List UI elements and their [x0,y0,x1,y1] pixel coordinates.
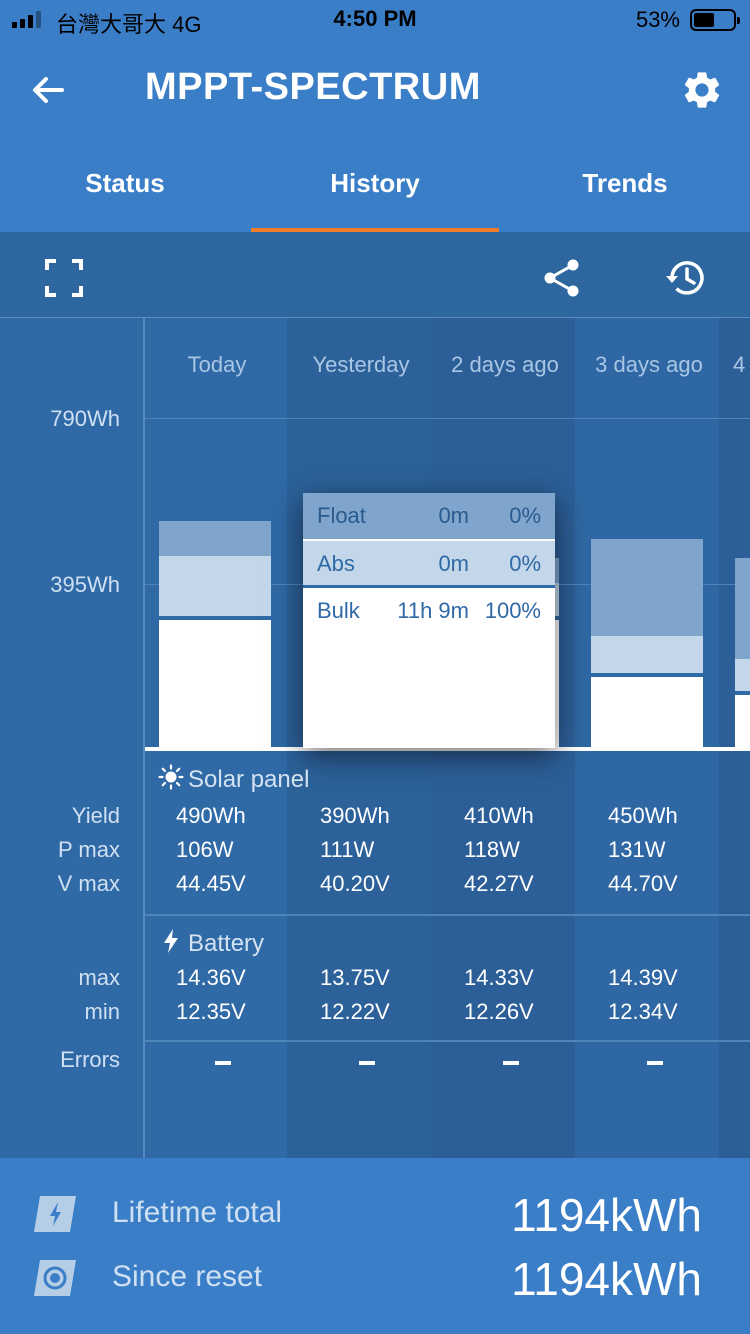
sun-icon [158,764,184,790]
stage-percent: 0% [509,503,541,528]
tab-history[interactable]: History [250,150,500,232]
vmax-value: 40.20V [320,871,390,896]
bar-segment-float [159,520,271,556]
battery-heading: Battery [158,928,264,958]
stage-duration: 0m [438,503,469,528]
totals-footer: Lifetime total 1194kWh Since reset 1194k… [0,1158,750,1334]
error-value [215,1061,231,1065]
battery-percent: 53% [635,7,680,32]
vmax-value: 42.27V [464,871,534,896]
bar-segment-abs [591,636,703,676]
since-reset-label: Since reset [112,1260,263,1293]
error-value [647,1061,663,1065]
battery-icon [690,9,740,31]
battery-min-label: min [84,999,120,1024]
tab-status[interactable]: Status [0,150,250,232]
bar-segment-bulk [591,675,703,747]
day-label: 2 days ago [451,352,559,377]
stage-duration: 0m [438,551,469,576]
history-panel[interactable]: 790Wh 395Wh Today Yesterday 2 days ago 3… [0,318,750,1158]
stage-name: Abs [317,551,355,576]
restore-history-icon[interactable] [664,256,708,300]
bar-segment-float [591,539,703,637]
stage-duration: 11h 9m [397,598,469,623]
section-title: Solar panel [188,766,310,793]
pmax-value: 106W [176,837,234,862]
app-header: MPPT-SPECTRUM Status History Trends [0,40,750,232]
gear-icon[interactable] [680,68,724,112]
day-label: Today [187,352,247,377]
lifetime-total-value: 1194kWh [511,1189,702,1241]
yield-label: Yield [71,803,120,828]
stage-name: Bulk [317,598,360,623]
stage-name: Float [317,503,366,528]
day-label: 4 [733,352,746,377]
y-tick-label: 395Wh [50,572,120,597]
section-title: Battery [188,930,265,957]
bar-segment-abs [735,659,750,693]
lightning-icon [164,929,178,953]
bar-segment-float [735,557,750,660]
lifetime-energy-icon [34,1196,76,1232]
stage-percent: 100% [484,598,541,623]
yield-value: 450Wh [608,803,678,828]
y-tick-label: 790Wh [50,406,120,431]
arrow-left-icon[interactable] [28,70,68,110]
yield-bar[interactable] [591,539,703,747]
day-label: Yesterday [312,352,410,377]
errors-label: Errors [60,1047,120,1072]
bar-segment-bulk [159,617,271,747]
day-label: 3 days ago [595,352,703,377]
charge-stage-tooltip: Float 0m 0% Abs 0m 0% Bulk 11h 9m 100% [303,493,555,748]
tab-trends[interactable]: Trends [500,150,750,232]
fullscreen-icon[interactable] [42,256,86,300]
section-divider [145,1040,750,1042]
battery-max-label: max [78,965,120,990]
error-value [359,1061,375,1065]
pmax-value: 118W [464,837,520,862]
tooltip-row-bulk: Bulk 11h 9m 100% [303,585,555,631]
pmax-value: 131W [608,837,666,862]
yield-bar[interactable] [735,557,750,747]
stage-percent: 0% [509,551,541,576]
pmax-value: 111W [320,837,375,862]
battery-min-value: 12.22V [320,999,390,1024]
y-axis-line [143,318,145,1158]
since-reset-value: 1194kWh [511,1253,702,1305]
bar-segment-bulk [735,692,750,747]
bar-segment-abs [159,555,271,618]
section-divider [145,914,750,916]
vmax-label: V max [57,871,120,896]
history-toolbar [0,232,750,318]
tab-bar: Status History Trends [0,150,750,232]
share-icon[interactable] [540,256,584,300]
yield-value: 410Wh [464,803,534,828]
battery-max-value: 14.36V [176,965,246,990]
pmax-label: P max [58,837,120,862]
battery-min-value: 12.34V [608,999,678,1024]
battery-min-value: 12.35V [176,999,246,1024]
yield-value: 390Wh [320,803,390,828]
gridline-top [145,418,750,419]
since-reset-icon [34,1260,76,1296]
yield-bar[interactable] [159,520,271,747]
battery-max-value: 13.75V [320,965,390,990]
error-value [503,1061,519,1065]
solar-panel-heading: Solar panel [158,764,309,794]
battery-max-value: 14.33V [464,965,534,990]
vmax-value: 44.45V [176,871,246,896]
lifetime-total-label: Lifetime total [112,1196,283,1229]
status-bar: 台灣大哥大 4G 4:50 PM 53% [0,0,750,40]
battery-min-value: 12.26V [464,999,534,1024]
yield-value: 490Wh [176,803,246,828]
tooltip-row-float: Float 0m 0% [303,493,555,539]
vmax-value: 44.70V [608,871,678,896]
page-title: MPPT-SPECTRUM [145,66,481,108]
tooltip-row-abs: Abs 0m 0% [303,539,555,585]
battery-max-value: 14.39V [608,965,678,990]
